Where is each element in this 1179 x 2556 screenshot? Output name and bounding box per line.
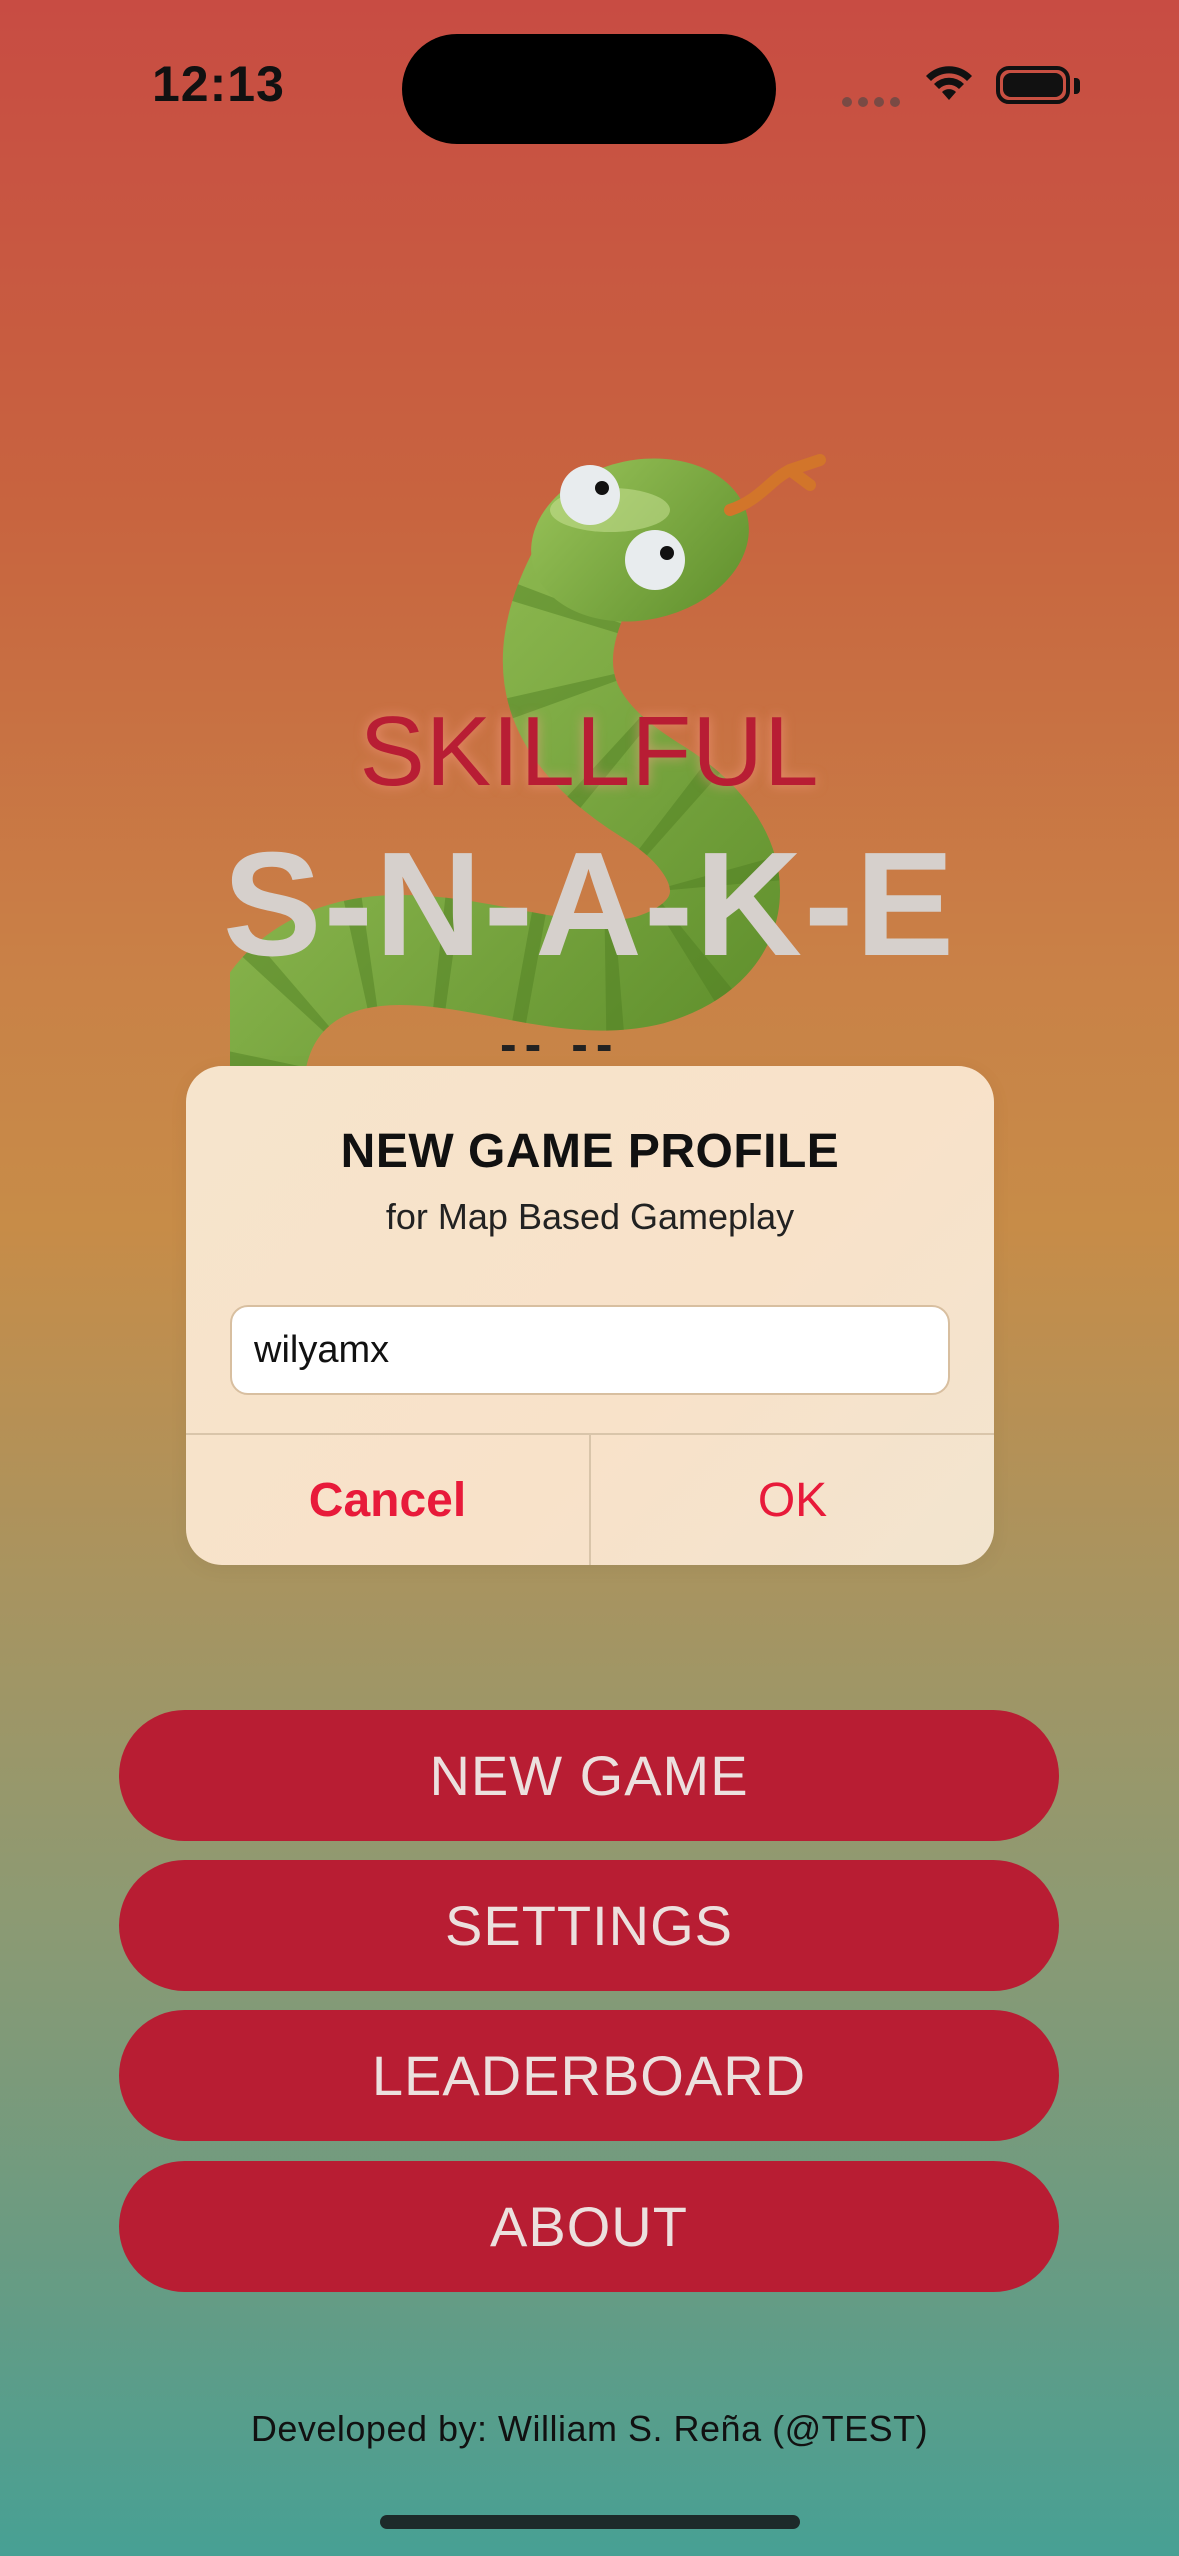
dialog-subtitle: for Map Based Gameplay xyxy=(385,1196,795,1237)
battery-icon xyxy=(996,66,1070,104)
settings-button[interactable]: SETTINGS xyxy=(119,1860,1059,1991)
app-title-skillful: SKILLFUL xyxy=(359,696,820,806)
dialog-title: NEW GAME PROFILE xyxy=(340,1125,840,1178)
leaderboard-button[interactable]: LEADERBOARD xyxy=(119,2010,1059,2141)
ok-button[interactable]: OK xyxy=(591,1435,994,1565)
profile-name-input[interactable] xyxy=(230,1305,950,1395)
cellular-icon xyxy=(842,97,900,107)
title-dashes: -- -- xyxy=(500,1016,621,1072)
wifi-icon xyxy=(926,66,972,100)
app-title-snake: S-N-A-K-E xyxy=(222,822,957,987)
developer-credit: Developed by: William S. Reña (@TEST) xyxy=(250,2408,929,2449)
about-button[interactable]: ABOUT xyxy=(119,2161,1059,2292)
new-game-button[interactable]: NEW GAME xyxy=(119,1710,1059,1841)
status-time: 12:13 xyxy=(152,56,285,112)
home-indicator[interactable] xyxy=(380,2515,800,2529)
dynamic-island xyxy=(402,34,776,144)
cancel-button[interactable]: Cancel xyxy=(186,1435,589,1565)
new-game-profile-dialog: NEW GAME PROFILE for Map Based Gameplay … xyxy=(186,1066,994,1565)
status-icons xyxy=(842,60,1082,114)
battery-cap xyxy=(1074,78,1080,94)
